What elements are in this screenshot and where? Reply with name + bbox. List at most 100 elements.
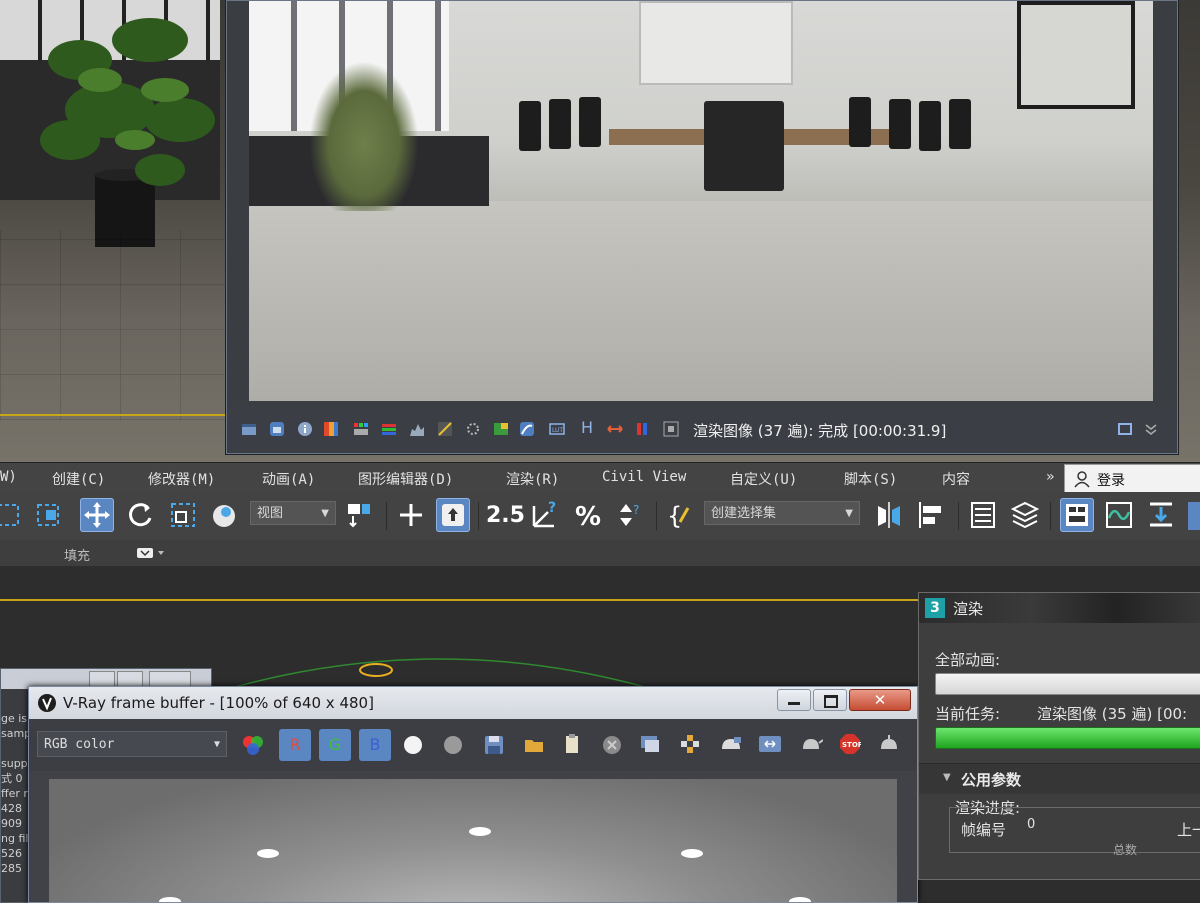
- info-icon[interactable]: [297, 421, 313, 437]
- mirror-icon[interactable]: [872, 498, 906, 532]
- teapot-render-icon[interactable]: [799, 733, 823, 755]
- render-progress-dialog[interactable]: 3 渲染 全部动画: 当前任务: 渲染图像 (35 遍) [00: ▼ 公用参数…: [918, 592, 1200, 880]
- snap-value: 2.5: [486, 503, 525, 528]
- render-chair: [704, 101, 784, 191]
- render-log-text: ge is samp supp 式 0 ffer r 428 909 ng fi…: [1, 711, 29, 876]
- align-icon[interactable]: [914, 498, 948, 532]
- snap-toggle-button[interactable]: 2.5: [486, 500, 525, 528]
- curve-editor-icon[interactable]: [1102, 498, 1136, 532]
- reference-coord-dropdown[interactable]: 视图 ▼: [250, 501, 336, 525]
- vfb-render-image: [49, 779, 897, 902]
- render-floor: [249, 201, 1153, 401]
- lut-icon[interactable]: [353, 421, 369, 437]
- chevron-down-icon[interactable]: [1143, 421, 1159, 437]
- select-manipulate-icon[interactable]: [394, 498, 428, 532]
- settings-gear-icon[interactable]: [465, 421, 481, 437]
- rendered-frame-window[interactable]: LUT H 渲染图像 (37 遍): 完成 [00:00:31.9]: [226, 0, 1178, 454]
- menu-item-create[interactable]: 创建(C): [52, 469, 105, 489]
- duplicate-icon[interactable]: [561, 733, 583, 755]
- stereo-icon[interactable]: [635, 421, 651, 437]
- keyboard-shortcut-toggle[interactable]: [436, 498, 470, 532]
- render-region-icon[interactable]: [679, 733, 701, 755]
- start-render-icon[interactable]: [877, 733, 901, 755]
- scale-icon[interactable]: [166, 498, 200, 532]
- ribbon-options-icon[interactable]: [136, 546, 168, 560]
- blue-channel-button[interactable]: B: [359, 729, 391, 761]
- alpha-channel-icon[interactable]: [403, 735, 423, 755]
- ribbon-toggle-button[interactable]: [1060, 498, 1094, 532]
- select-region-icon[interactable]: [0, 498, 26, 532]
- vray-frame-buffer-window[interactable]: V-Ray frame buffer - [100% of 640 x 480]…: [28, 686, 918, 903]
- channel-icon[interactable]: [269, 421, 285, 437]
- scene-explorer-icon[interactable]: [966, 498, 1000, 532]
- menu-item-customize[interactable]: 自定义(U): [730, 469, 797, 489]
- toolbar-separator: [958, 502, 959, 530]
- menu-item-scripting[interactable]: 脚本(S): [844, 469, 897, 489]
- pivot-center-icon[interactable]: [344, 498, 378, 532]
- toolbar-separator: [386, 502, 387, 530]
- load-image-icon[interactable]: [523, 734, 545, 756]
- log-line: ffer r: [1, 787, 28, 800]
- red-channel-button[interactable]: R: [279, 729, 311, 761]
- log-line: 285: [1, 862, 22, 875]
- rotate-icon[interactable]: [124, 498, 158, 532]
- pixel-info-icon[interactable]: [663, 421, 679, 437]
- svg-text:{: {: [667, 502, 682, 530]
- menu-item-civil-view[interactable]: Civil View: [602, 469, 686, 485]
- save-image-icon[interactable]: [483, 734, 505, 756]
- maximize-icon[interactable]: [1117, 421, 1133, 437]
- fit-width-icon[interactable]: [607, 421, 623, 437]
- frame-number-value: 0: [1027, 817, 1036, 832]
- menu-item-content[interactable]: 内容: [942, 469, 970, 489]
- clear-image-icon[interactable]: [601, 734, 623, 756]
- save-image-icon[interactable]: [241, 421, 257, 437]
- menu-item-animation[interactable]: 动画(A): [262, 469, 315, 489]
- app-3ds-icon: 3: [925, 598, 945, 618]
- percent-snap-icon[interactable]: %: [572, 498, 606, 532]
- render-ceiling-light: [681, 849, 703, 858]
- region-render-icon[interactable]: LUT: [549, 421, 565, 437]
- material-editor-button[interactable]: [1188, 502, 1200, 530]
- render-chair: [889, 99, 911, 149]
- menu-overflow-button[interactable]: »: [1046, 469, 1054, 485]
- menu-item-graph-editors[interactable]: 图形编辑器(D): [358, 469, 453, 489]
- render-ceiling-light: [257, 849, 279, 858]
- rgb-channels-icon[interactable]: [241, 733, 265, 757]
- angle-snap-icon[interactable]: ?: [528, 498, 562, 532]
- edit-named-selection-icon[interactable]: {: [664, 498, 698, 532]
- common-params-rollout[interactable]: ▼ 公用参数: [919, 763, 1200, 794]
- compare-icon[interactable]: [493, 421, 509, 437]
- ribbon-tab-fill[interactable]: 填充: [64, 545, 90, 564]
- channel-dropdown[interactable]: RGB color ▼: [37, 731, 227, 757]
- chevron-down-icon: ▼: [845, 508, 853, 519]
- green-channel-button[interactable]: G: [319, 729, 351, 761]
- render-chair: [949, 99, 971, 149]
- place-icon[interactable]: [208, 498, 242, 532]
- lens-effects-icon[interactable]: [757, 733, 783, 755]
- window-crossing-icon[interactable]: [32, 498, 66, 532]
- levels-icon[interactable]: [381, 421, 397, 437]
- spinner-snap-icon[interactable]: ?: [612, 498, 646, 532]
- menu-item-views[interactable]: W): [0, 469, 17, 485]
- named-selection-dropdown[interactable]: 创建选择集 ▼: [704, 501, 860, 525]
- monochrome-icon[interactable]: [443, 735, 463, 755]
- render-painting: [1017, 1, 1135, 109]
- menu-item-modifiers[interactable]: 修改器(M): [148, 469, 215, 489]
- stop-render-icon[interactable]: STOP: [839, 733, 861, 755]
- maximize-button[interactable]: [813, 689, 847, 711]
- schematic-view-icon[interactable]: [1144, 498, 1178, 532]
- current-task-progress: [935, 727, 1200, 749]
- sign-in-box[interactable]: 登录: [1064, 464, 1200, 494]
- curve-icon[interactable]: [437, 421, 453, 437]
- lens-effects-icon[interactable]: [519, 421, 535, 437]
- close-button[interactable]: ✕: [849, 689, 911, 711]
- render-last-icon[interactable]: [719, 733, 743, 755]
- menu-item-rendering[interactable]: 渲染(R): [506, 469, 559, 489]
- track-mouse-icon[interactable]: [639, 733, 661, 755]
- minimize-button[interactable]: [777, 689, 811, 711]
- minimize-icon: [788, 702, 800, 705]
- histogram-icon[interactable]: [409, 421, 425, 437]
- layer-explorer-icon[interactable]: [1008, 498, 1042, 532]
- color-correct-icon[interactable]: [323, 421, 339, 437]
- select-and-move-button[interactable]: [80, 498, 114, 532]
